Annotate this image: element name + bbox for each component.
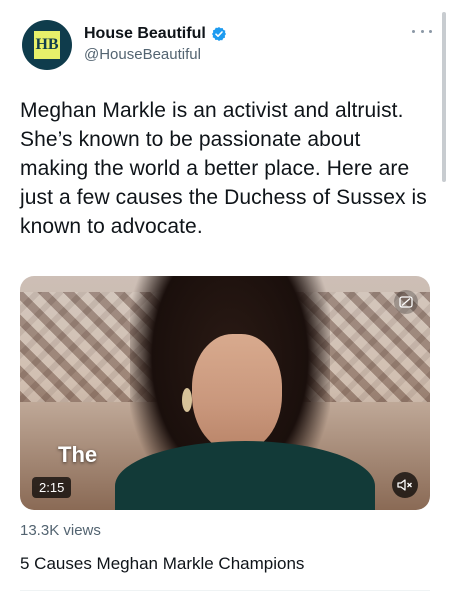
scrollbar[interactable] — [442, 12, 446, 182]
avatar-logo: HB — [34, 31, 60, 59]
tweet-header: HB House Beautiful @HouseBeautiful — [22, 20, 432, 80]
mute-button[interactable] — [392, 472, 418, 498]
mute-icon — [397, 479, 412, 491]
verified-badge-icon — [211, 27, 226, 41]
video-overlay-text: The — [58, 442, 98, 467]
divider — [20, 590, 430, 591]
captions-icon — [399, 296, 413, 308]
more-options-icon[interactable] — [412, 26, 432, 36]
account-names: House Beautiful @HouseBeautiful — [84, 25, 227, 63]
tweet-text: Meghan Markle is an activist and altruis… — [20, 99, 427, 238]
display-name-row: House Beautiful — [84, 25, 227, 43]
view-count: 13.3K views — [20, 522, 101, 539]
handle[interactable]: @HouseBeautiful — [84, 46, 227, 63]
video-duration: 2:15 — [32, 477, 72, 498]
video-subject-earring — [182, 388, 192, 412]
video-player[interactable]: The 2:15 — [20, 276, 430, 510]
display-name[interactable]: House Beautiful — [84, 25, 206, 43]
captions-button[interactable] — [394, 290, 418, 314]
avatar[interactable]: HB — [22, 20, 72, 70]
video-title[interactable]: 5 Causes Meghan Markle Champions — [20, 554, 304, 574]
video-subject-face — [192, 334, 282, 452]
